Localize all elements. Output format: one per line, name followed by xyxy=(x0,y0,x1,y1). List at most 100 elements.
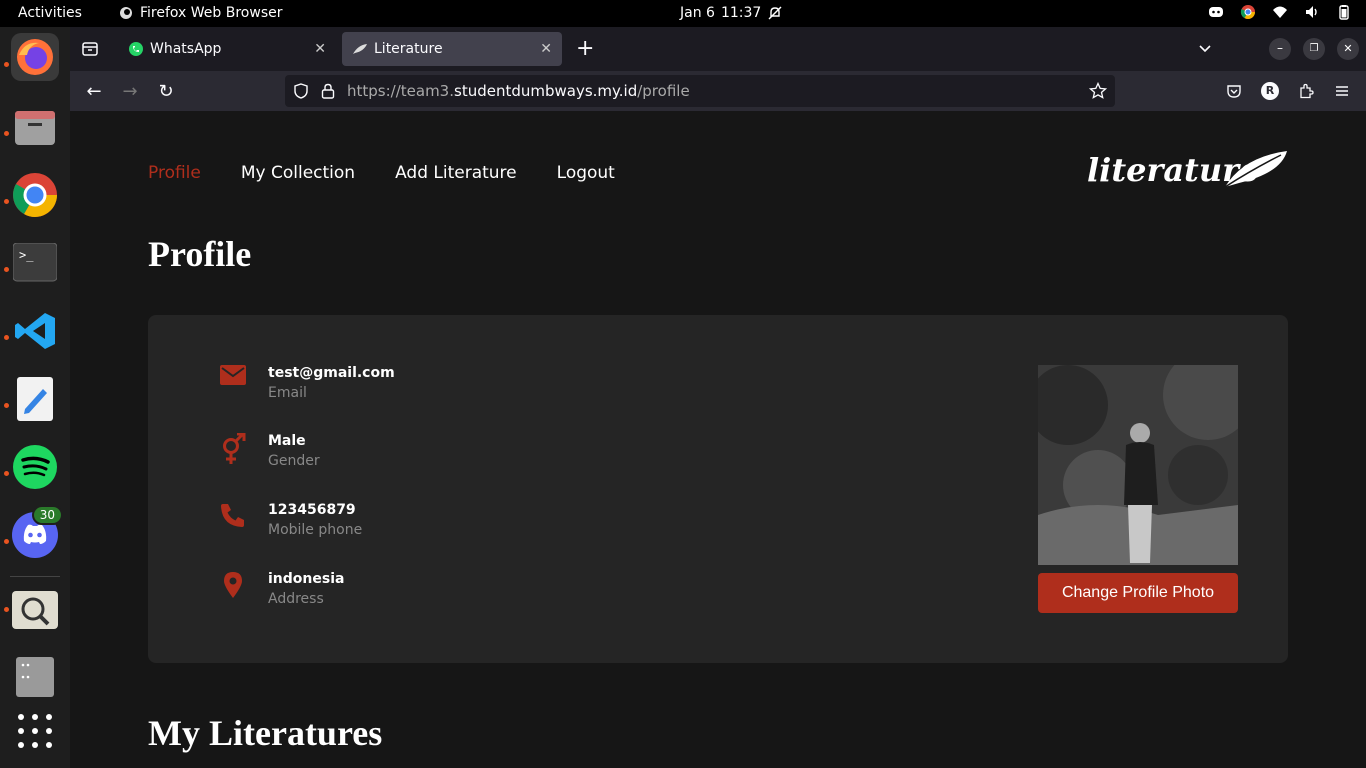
info-email: test@gmail.com Email xyxy=(198,365,395,401)
system-top-bar: Activities Firefox Web Browser Jan 6 11:… xyxy=(0,0,1366,27)
close-tab-icon[interactable]: ✕ xyxy=(540,41,552,57)
page-title: Profile xyxy=(148,234,252,274)
notifications-muted-icon xyxy=(768,6,782,20)
dock-text-editor[interactable] xyxy=(11,375,59,423)
activities-button[interactable]: Activities xyxy=(18,5,82,21)
forward-button[interactable]: → xyxy=(118,79,142,103)
vscode-icon xyxy=(15,313,55,349)
email-label: Email xyxy=(268,385,307,401)
location-pin-icon xyxy=(224,572,242,598)
phone-value: 123456879 xyxy=(268,502,356,518)
files-icon xyxy=(15,111,55,145)
firefox-view-icon[interactable] xyxy=(81,40,99,58)
menu-icon[interactable] xyxy=(1334,83,1350,99)
profile-photo-image xyxy=(1038,365,1238,565)
profile-card: test@gmail.com Email Male Gender 1234568… xyxy=(148,315,1288,663)
volume-icon[interactable] xyxy=(1304,4,1320,20)
phone-label: Mobile phone xyxy=(268,522,363,538)
shield-icon[interactable] xyxy=(293,83,309,99)
site-nav: Profile My Collection Add Literature Log… xyxy=(148,163,615,183)
firefox-small-icon xyxy=(120,7,132,19)
dock-image-viewer[interactable] xyxy=(11,587,59,635)
discord-badge: 30 xyxy=(31,505,63,525)
wifi-icon[interactable] xyxy=(1272,4,1288,20)
dock-chrome[interactable] xyxy=(11,171,59,219)
date: Jan 6 xyxy=(680,5,715,21)
info-phone: 123456879 Mobile phone xyxy=(198,502,362,538)
dock-spotify[interactable] xyxy=(11,443,59,491)
my-literatures-title: My Literatures xyxy=(148,713,383,753)
browser-nav-bar: ← → ↻ https://team3.studentdumbways.my.i… xyxy=(70,71,1366,111)
nav-add-literature[interactable]: Add Literature xyxy=(395,163,517,183)
site-logo[interactable]: literature xyxy=(1087,151,1287,189)
url-prefix: https://team3. xyxy=(347,82,454,100)
phone-icon xyxy=(221,504,244,527)
new-tab-button[interactable]: + xyxy=(576,36,594,61)
web-page: Profile My Collection Add Literature Log… xyxy=(70,111,1366,768)
tab-label: Literature xyxy=(374,41,443,57)
address-label: Address xyxy=(268,591,324,607)
system-tray[interactable] xyxy=(1208,4,1352,20)
tab-label: WhatsApp xyxy=(150,41,222,57)
image-viewer-icon xyxy=(12,591,58,629)
terminal-icon: >_ xyxy=(13,243,57,282)
dock-drive[interactable] xyxy=(11,653,59,701)
restore-button[interactable]: ❐ xyxy=(1303,38,1325,60)
spotify-icon xyxy=(13,445,57,489)
account-avatar[interactable]: R xyxy=(1261,82,1279,100)
gender-icon xyxy=(223,433,246,464)
url-text: https://team3.studentdumbways.my.id/prof… xyxy=(347,82,690,100)
firefox-icon xyxy=(17,39,53,75)
bookmark-star-icon[interactable] xyxy=(1089,82,1107,100)
url-host: studentdumbways.my.id xyxy=(454,82,638,100)
whatsapp-icon xyxy=(129,42,143,56)
gender-label: Gender xyxy=(268,453,320,469)
info-address: indonesia Address xyxy=(198,571,344,607)
dock-vscode[interactable] xyxy=(11,307,59,355)
svg-text:>_: >_ xyxy=(19,248,34,262)
app-name: Firefox Web Browser xyxy=(140,5,283,21)
list-tabs-chevron-icon[interactable] xyxy=(1198,42,1212,56)
time: 11:37 xyxy=(720,5,762,21)
dock-discord[interactable]: 30 xyxy=(11,505,63,559)
drive-icon xyxy=(16,657,54,697)
close-window-button[interactable]: ✕ xyxy=(1337,38,1359,60)
gender-value: Male xyxy=(268,433,306,449)
mail-icon xyxy=(220,365,246,385)
pocket-icon[interactable] xyxy=(1226,83,1242,99)
reload-button[interactable]: ↻ xyxy=(154,79,178,103)
chrome-tray-icon[interactable] xyxy=(1240,4,1256,20)
dock: >_ 30 xyxy=(0,27,70,768)
discord-tray-icon[interactable] xyxy=(1208,4,1224,20)
chrome-icon xyxy=(13,173,57,217)
grid-icon xyxy=(18,714,52,748)
app-menu[interactable]: Firefox Web Browser xyxy=(118,5,283,21)
url-bar[interactable]: https://team3.studentdumbways.my.id/prof… xyxy=(285,75,1115,107)
back-button[interactable]: ← xyxy=(82,79,106,103)
browser-tab-bar: WhatsApp ✕ Literature ✕ + – ❐ ✕ xyxy=(70,27,1366,71)
tab-whatsapp[interactable]: WhatsApp ✕ xyxy=(118,32,336,66)
url-path: /profile xyxy=(637,82,690,100)
text-editor-icon xyxy=(17,377,53,421)
feather-tab-icon xyxy=(353,44,367,54)
dock-files[interactable] xyxy=(11,103,59,151)
dock-terminal[interactable]: >_ xyxy=(11,239,59,287)
email-value: test@gmail.com xyxy=(268,365,395,381)
profile-photo xyxy=(1038,365,1238,565)
change-profile-photo-button[interactable]: Change Profile Photo xyxy=(1038,573,1238,613)
feather-logo-icon xyxy=(1224,151,1287,188)
tab-literature[interactable]: Literature ✕ xyxy=(342,32,562,66)
info-gender: Male Gender xyxy=(198,433,320,469)
battery-icon[interactable] xyxy=(1336,4,1352,20)
nav-my-collection[interactable]: My Collection xyxy=(241,163,355,183)
clock[interactable]: Jan 6 11:37 xyxy=(680,5,783,21)
lock-icon[interactable] xyxy=(321,83,335,99)
show-applications-button[interactable] xyxy=(11,707,59,755)
close-tab-icon[interactable]: ✕ xyxy=(314,41,326,57)
address-value: indonesia xyxy=(268,571,345,587)
dock-firefox[interactable] xyxy=(11,33,59,81)
extensions-icon[interactable] xyxy=(1298,83,1314,99)
nav-profile[interactable]: Profile xyxy=(148,163,201,183)
nav-logout[interactable]: Logout xyxy=(557,163,615,183)
minimize-button[interactable]: – xyxy=(1269,38,1291,60)
